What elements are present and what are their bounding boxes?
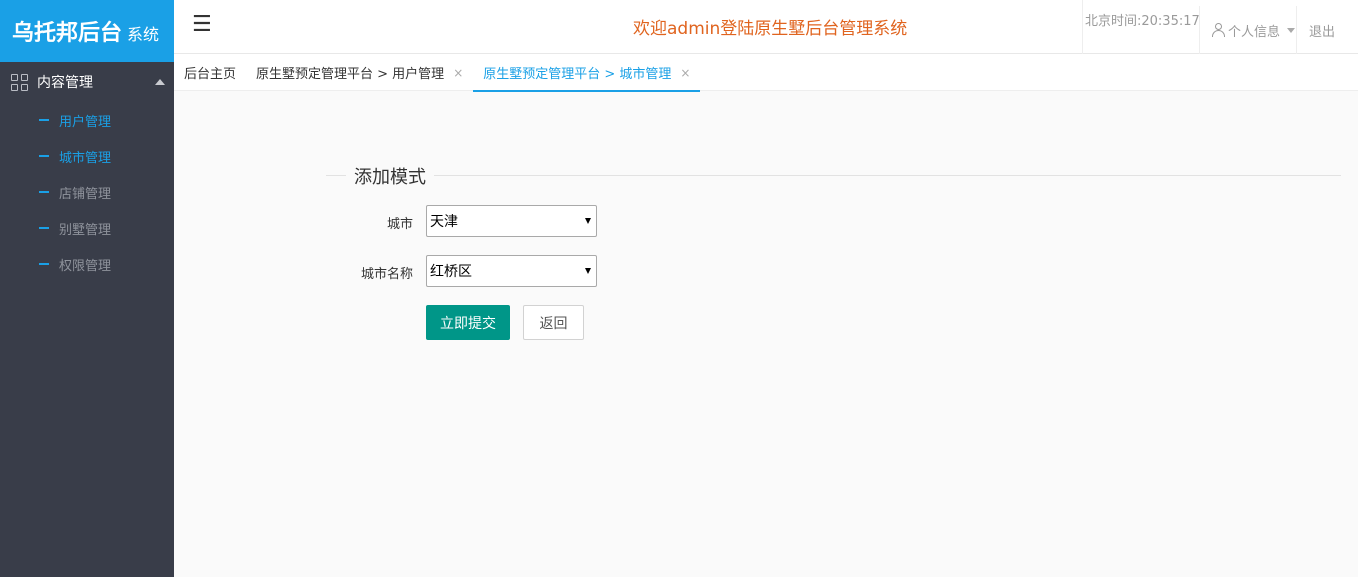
caret-up-icon	[155, 79, 165, 85]
app-logo: 乌托邦后台 系统	[0, 0, 174, 62]
sidebar-group-content[interactable]: 内容管理	[0, 62, 174, 102]
tab-label: 原生墅预定管理平台 > 城市管理	[483, 67, 672, 82]
welcome-message: 欢迎admin登陆原生墅后台管理系统	[633, 19, 908, 39]
city-name-select[interactable]: 红桥区	[426, 255, 597, 287]
sidebar-item-label: 权限管理	[59, 258, 112, 274]
dash-icon	[39, 155, 49, 157]
sidebar-item-villas[interactable]: 别墅管理	[0, 210, 174, 246]
city-label: 城市	[386, 217, 413, 232]
dropdown-arrow-icon	[585, 218, 591, 224]
sidebar-item-cities[interactable]: 城市管理	[0, 138, 174, 174]
dash-icon	[39, 119, 49, 121]
sidebar-item-label: 别墅管理	[59, 222, 112, 238]
close-icon[interactable]: ×	[453, 66, 463, 80]
beijing-clock: 北京时间:20:35:17	[1082, 0, 1200, 54]
logout-label: 退出	[1309, 24, 1336, 40]
dropdown-arrow-icon	[585, 268, 591, 274]
city-name-select-value: 红桥区	[430, 264, 472, 280]
sidebar-item-label: 城市管理	[59, 150, 112, 166]
dash-icon	[39, 263, 49, 265]
profile-menu[interactable]: 个人信息	[1199, 6, 1296, 54]
tab-city-management[interactable]: 原生墅预定管理平台 > 城市管理 ×	[473, 54, 701, 92]
tab-user-management[interactable]: 原生墅预定管理平台 > 用户管理 ×	[246, 54, 473, 91]
dash-icon	[39, 227, 49, 229]
sidebar-item-label: 用户管理	[59, 114, 112, 130]
top-header: ☰ 欢迎admin登陆原生墅后台管理系统 北京时间:20:35:17 个人信息 …	[174, 0, 1358, 54]
tab-bar: 后台主页 原生墅预定管理平台 > 用户管理 × 原生墅预定管理平台 > 城市管理…	[174, 54, 1358, 92]
city-name-label: 城市名称	[360, 267, 413, 282]
back-button[interactable]: 返回	[523, 305, 584, 340]
close-icon[interactable]: ×	[680, 66, 690, 80]
sidebar-item-label: 店铺管理	[59, 186, 112, 202]
sidebar-item-shops[interactable]: 店铺管理	[0, 174, 174, 210]
city-select[interactable]: 天津	[426, 205, 597, 237]
form-legend: 添加模式	[346, 163, 434, 189]
logo-title: 乌托邦后台	[12, 21, 123, 46]
user-icon	[1212, 23, 1225, 37]
sidebar: 内容管理 用户管理 城市管理 店铺管理 别墅管理 权限管理	[0, 62, 174, 577]
profile-label: 个人信息	[1228, 24, 1281, 40]
submit-button[interactable]: 立即提交	[426, 305, 510, 340]
grid-icon	[11, 73, 28, 91]
tab-label: 后台主页	[184, 67, 237, 82]
dash-icon	[39, 191, 49, 193]
tab-label: 原生墅预定管理平台 > 用户管理	[256, 67, 445, 82]
sidebar-group-label: 内容管理	[37, 75, 93, 91]
logout-link[interactable]: 退出	[1296, 6, 1358, 54]
city-select-value: 天津	[430, 214, 458, 230]
sidebar-item-permissions[interactable]: 权限管理	[0, 246, 174, 282]
tab-home[interactable]: 后台主页	[174, 54, 246, 91]
logo-subtitle: 系统	[127, 25, 160, 44]
sidebar-item-users[interactable]: 用户管理	[0, 102, 174, 138]
fieldset-divider	[326, 175, 1341, 176]
chevron-down-icon	[1287, 27, 1296, 33]
menu-toggle-icon[interactable]: ☰	[192, 12, 212, 38]
